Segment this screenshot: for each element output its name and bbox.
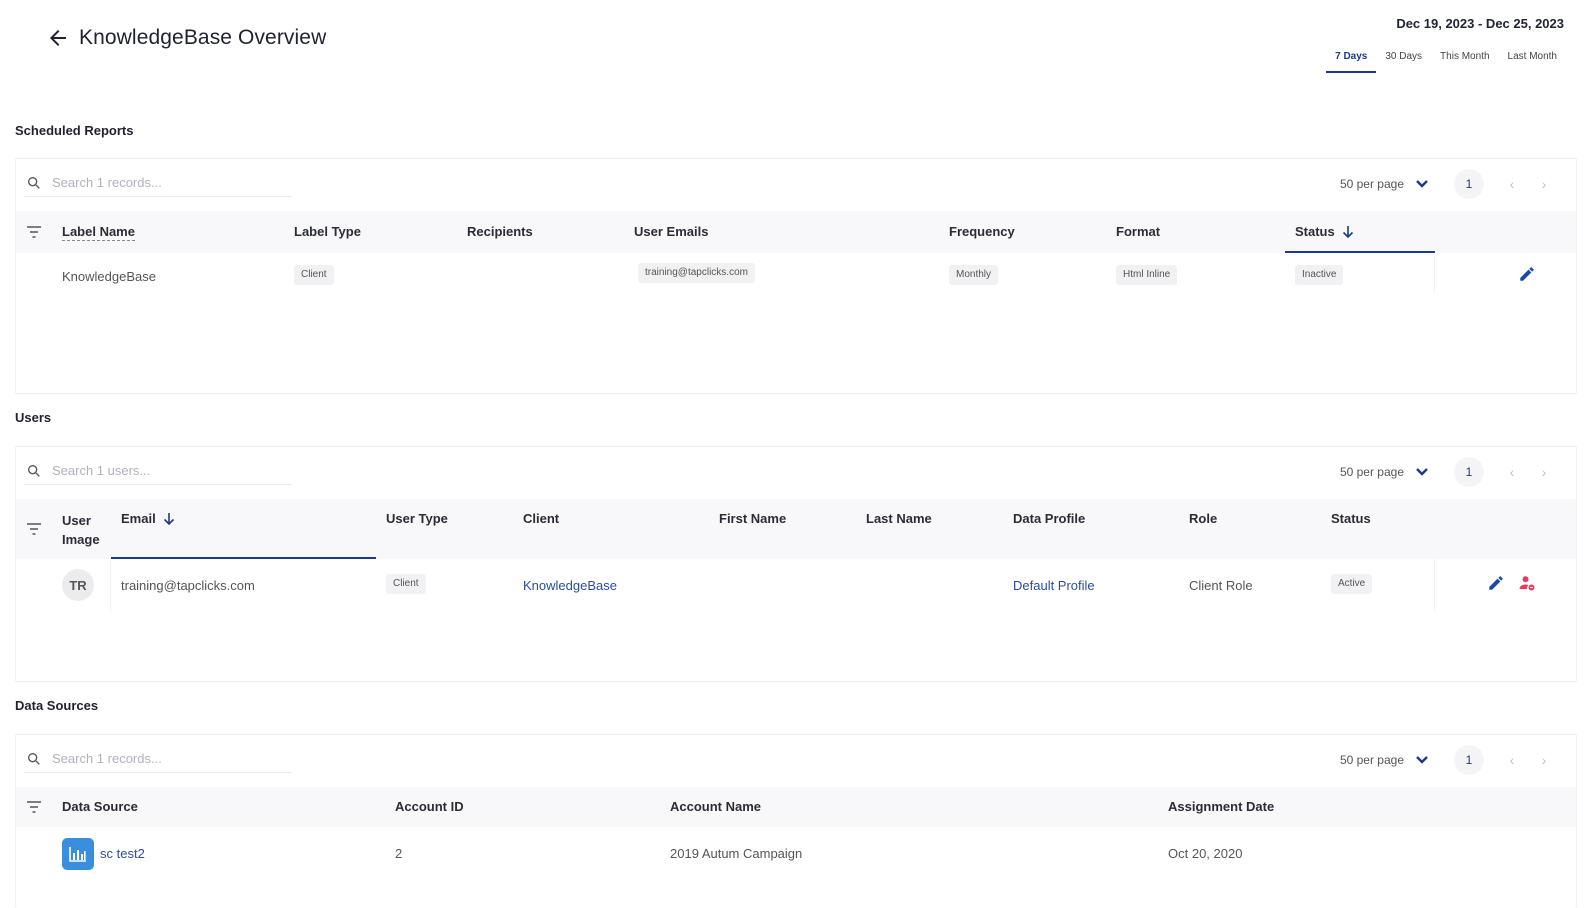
- scheduled-reports-card: 50 per page 1 ‹ › Label Name Label Type …: [15, 158, 1577, 394]
- pagination: 50 per page 1 ‹ ›: [1340, 745, 1558, 775]
- col-email[interactable]: Email: [121, 511, 176, 526]
- chevron-down-icon: [1416, 756, 1428, 764]
- col-user-image: User Image: [62, 513, 100, 547]
- user-type-chip: Client: [386, 574, 426, 594]
- table-header: Label Name Label Type Recipients User Em…: [16, 211, 1576, 253]
- table-header: User Image Email User Type Client First …: [16, 499, 1576, 559]
- col-account-name[interactable]: Account Name: [670, 799, 761, 814]
- users-card: 50 per page 1 ‹ › User Image Email User …: [15, 446, 1577, 682]
- sort-down-icon: [163, 512, 174, 525]
- per-page-label: 50 per page: [1339, 753, 1404, 767]
- avatar: TR: [62, 569, 94, 601]
- col-user-type[interactable]: User Type: [386, 511, 448, 526]
- data-source-link[interactable]: sc test2: [100, 846, 145, 861]
- per-page-label: 50 per page: [1339, 177, 1404, 191]
- search-icon: [27, 752, 40, 765]
- next-page-icon[interactable]: ›: [1530, 746, 1558, 774]
- user-email-chip: training@tapclicks.com: [638, 263, 755, 283]
- per-page-select[interactable]: 50 per page: [1340, 753, 1428, 767]
- client-link[interactable]: KnowledgeBase: [523, 578, 617, 593]
- frequency-chip: Monthly: [949, 265, 999, 285]
- per-page-select[interactable]: 50 per page: [1340, 177, 1428, 191]
- format-chip: Html Inline: [1116, 265, 1178, 285]
- tab-last-month[interactable]: Last Month: [1499, 51, 1566, 73]
- filter-icon[interactable]: [26, 225, 42, 239]
- search-input[interactable]: [52, 751, 272, 766]
- data-source-icon: [62, 838, 94, 870]
- col-first-name[interactable]: First Name: [719, 511, 786, 526]
- edit-icon[interactable]: [1518, 265, 1536, 283]
- bar-chart-icon: [69, 847, 86, 862]
- next-page-icon[interactable]: ›: [1530, 170, 1558, 198]
- users-search: [24, 457, 292, 485]
- col-account-id[interactable]: Account ID: [395, 799, 464, 814]
- role-cell: Client Role: [1189, 578, 1253, 593]
- search-icon: [27, 176, 40, 189]
- account-id-cell: 2: [395, 846, 403, 861]
- filter-icon[interactable]: [26, 522, 42, 536]
- data-profile-link[interactable]: Default Profile: [1013, 578, 1095, 593]
- search-input[interactable]: [52, 463, 272, 478]
- col-last-name[interactable]: Last Name: [866, 511, 932, 526]
- col-status[interactable]: Status: [1331, 511, 1371, 526]
- col-frequency[interactable]: Frequency: [949, 224, 1015, 239]
- col-data-source[interactable]: Data Source: [62, 799, 138, 814]
- status-badge: Active: [1331, 574, 1373, 594]
- col-label-name[interactable]: Label Name: [62, 224, 135, 241]
- tab-7-days[interactable]: 7 Days: [1326, 51, 1377, 73]
- date-range-tabs: 7 Days 30 Days This Month Last Month: [1326, 51, 1566, 73]
- back-arrow-icon[interactable]: [46, 26, 70, 50]
- prev-page-icon[interactable]: ‹: [1498, 170, 1526, 198]
- label-name-cell: KnowledgeBase: [62, 269, 156, 284]
- col-recipients[interactable]: Recipients: [467, 224, 533, 239]
- pagination: 50 per page 1 ‹ ›: [1340, 169, 1558, 199]
- scheduled-reports-search: [24, 169, 292, 197]
- pagination: 50 per page 1 ‹ ›: [1340, 457, 1558, 487]
- page-number[interactable]: 1: [1454, 457, 1484, 487]
- account-name-cell: 2019 Autum Campaign: [670, 846, 803, 861]
- sort-down-icon: [1342, 225, 1353, 238]
- date-range[interactable]: Dec 19, 2023 - Dec 25, 2023: [1396, 16, 1564, 31]
- data-sources-title: Data Sources: [15, 698, 99, 713]
- data-sources-card: 50 per page 1 ‹ › Data Source Account ID…: [15, 734, 1577, 908]
- col-status[interactable]: Status: [1295, 224, 1355, 239]
- col-format[interactable]: Format: [1116, 224, 1160, 239]
- tab-this-month[interactable]: This Month: [1431, 51, 1498, 73]
- page-number[interactable]: 1: [1454, 169, 1484, 199]
- next-page-icon[interactable]: ›: [1530, 458, 1558, 486]
- table-header: Data Source Account ID Account Name Assi…: [16, 787, 1576, 827]
- per-page-label: 50 per page: [1339, 465, 1404, 479]
- col-data-profile[interactable]: Data Profile: [1013, 511, 1085, 526]
- tab-30-days[interactable]: 30 Days: [1376, 51, 1431, 73]
- per-page-select[interactable]: 50 per page: [1340, 465, 1428, 479]
- page-number[interactable]: 1: [1454, 745, 1484, 775]
- edit-icon[interactable]: [1487, 574, 1505, 592]
- users-title: Users: [15, 410, 52, 425]
- col-assignment-date[interactable]: Assignment Date: [1168, 799, 1274, 814]
- col-label-type[interactable]: Label Type: [294, 224, 361, 239]
- remove-user-icon[interactable]: [1518, 574, 1536, 592]
- col-role[interactable]: Role: [1189, 511, 1217, 526]
- data-sources-search: [24, 745, 292, 773]
- col-user-emails[interactable]: User Emails: [634, 224, 708, 239]
- chevron-down-icon: [1416, 180, 1428, 188]
- search-icon: [27, 464, 40, 477]
- label-type-chip: Client: [294, 265, 334, 285]
- status-badge: Inactive: [1295, 265, 1344, 285]
- prev-page-icon[interactable]: ‹: [1498, 458, 1526, 486]
- assignment-date-cell: Oct 20, 2020: [1168, 846, 1243, 861]
- scheduled-reports-title: Scheduled Reports: [15, 123, 134, 138]
- prev-page-icon[interactable]: ‹: [1498, 746, 1526, 774]
- col-client[interactable]: Client: [523, 511, 559, 526]
- page-title: KnowledgeBase Overview: [79, 26, 327, 49]
- chevron-down-icon: [1416, 468, 1428, 476]
- filter-icon[interactable]: [26, 800, 42, 814]
- email-cell: training@tapclicks.com: [121, 578, 255, 593]
- search-input[interactable]: [52, 175, 272, 190]
